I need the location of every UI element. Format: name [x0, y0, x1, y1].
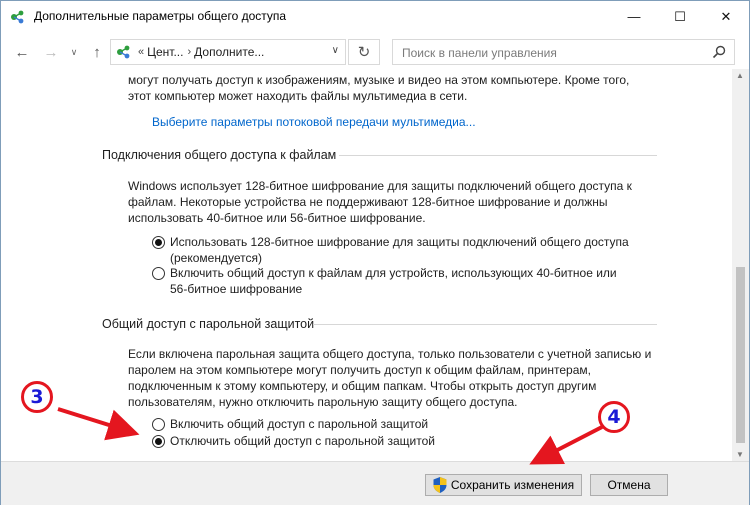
- breadcrumb-separator[interactable]: ›: [187, 46, 191, 58]
- password-description-line-4: пользователям, нужно отключить парольную…: [128, 395, 518, 409]
- radio-disable-password-label[interactable]: Отключить общий доступ с парольной защит…: [170, 433, 435, 449]
- annotation-badge-3: 3: [21, 381, 53, 413]
- search-input[interactable]: Поиск в панели управления: [402, 46, 557, 60]
- scroll-up-arrow-icon[interactable]: ▲: [736, 71, 744, 80]
- file-sharing-description-line-1: Windows использует 128-битное шифрование…: [128, 179, 632, 193]
- forward-button[interactable]: →: [41, 42, 61, 62]
- radio-40-56bit-label-line-1[interactable]: Включить общий доступ к файлам для устро…: [170, 265, 617, 281]
- radio-enable-password-sharing[interactable]: [152, 418, 165, 431]
- search-icon[interactable]: [712, 45, 726, 59]
- maximize-button[interactable]: ☐: [657, 1, 703, 32]
- file-sharing-description-line-3: использовать 40-битное или 56-битное шиф…: [128, 211, 426, 225]
- media-streaming-link[interactable]: Выберите параметры потоковой передачи му…: [152, 115, 476, 129]
- vertical-scrollbar[interactable]: ▲ ▼: [732, 69, 749, 461]
- save-changes-button[interactable]: Сохранить изменения: [425, 474, 582, 496]
- annotation-badge-4: 4: [598, 401, 630, 433]
- control-panel-window: Дополнительные параметры общего доступа …: [0, 0, 750, 505]
- scrollbar-thumb[interactable]: [736, 267, 745, 443]
- radio-128bit-encryption[interactable]: [152, 236, 165, 249]
- cancel-button[interactable]: Отмена: [590, 474, 668, 496]
- radio-40-56bit-encryption[interactable]: [152, 267, 165, 280]
- breadcrumb-overflow[interactable]: «: [138, 46, 144, 58]
- breadcrumb-item-advanced[interactable]: Дополните...: [194, 45, 264, 59]
- section-divider: [339, 155, 657, 156]
- password-description-line-3: подключенным к этому компьютеру, и общим…: [128, 379, 597, 393]
- recent-locations-button[interactable]: ∨: [64, 42, 84, 62]
- breadcrumb-item-center[interactable]: Цент...: [147, 45, 183, 59]
- password-description-line-1: Если включена парольная защита общего до…: [128, 347, 652, 361]
- network-sharing-icon: [11, 10, 24, 24]
- search-box[interactable]: Поиск в панели управления: [392, 39, 735, 65]
- save-changes-label[interactable]: Сохранить изменения: [451, 478, 574, 492]
- media-description-line-1: могут получать доступ к изображениям, му…: [128, 73, 630, 87]
- file-sharing-heading: Подключения общего доступа к файлам: [102, 148, 337, 162]
- settings-content: могут получать доступ к изображениям, му…: [1, 69, 733, 459]
- minimize-button[interactable]: —: [611, 1, 657, 32]
- control-panel-icon: [117, 45, 130, 59]
- title-bar: Дополнительные параметры общего доступа …: [1, 1, 749, 32]
- password-description-line-2: паролем на этом компьютере могут получит…: [128, 363, 591, 377]
- window-title: Дополнительные параметры общего доступа: [34, 9, 287, 23]
- radio-40-56bit-label-line-2[interactable]: 56-битное шифрование: [170, 281, 302, 297]
- radio-128bit-label-line-1[interactable]: Использовать 128-битное шифрование для з…: [170, 234, 629, 250]
- radio-disable-password-sharing[interactable]: [152, 435, 165, 448]
- address-bar[interactable]: « Цент... › Дополните... ∨: [110, 39, 346, 65]
- media-description-line-2: этот компьютер может находить файлы муль…: [128, 89, 468, 103]
- address-dropdown-button[interactable]: ∨: [332, 45, 339, 56]
- radio-128bit-label-line-2[interactable]: (рекомендуется): [170, 250, 262, 266]
- footer-bar: Сохранить изменения Отмена: [1, 461, 749, 505]
- close-button[interactable]: ✕: [703, 1, 749, 32]
- scroll-down-arrow-icon[interactable]: ▼: [736, 450, 744, 459]
- radio-enable-password-label[interactable]: Включить общий доступ с парольной защито…: [170, 416, 428, 432]
- section-divider: [313, 324, 657, 325]
- back-button[interactable]: ←: [12, 42, 32, 62]
- file-sharing-description-line-2: файлам. Некоторые устройства не поддержи…: [128, 195, 608, 209]
- up-button[interactable]: ↑: [87, 42, 107, 62]
- uac-shield-icon: [433, 477, 447, 493]
- navigation-bar: ← → ∨ ↑ « Цент... › Дополните... ∨ ↻ Пои…: [1, 36, 749, 68]
- password-sharing-heading: Общий доступ с парольной защитой: [102, 317, 315, 331]
- refresh-button[interactable]: ↻: [348, 39, 380, 65]
